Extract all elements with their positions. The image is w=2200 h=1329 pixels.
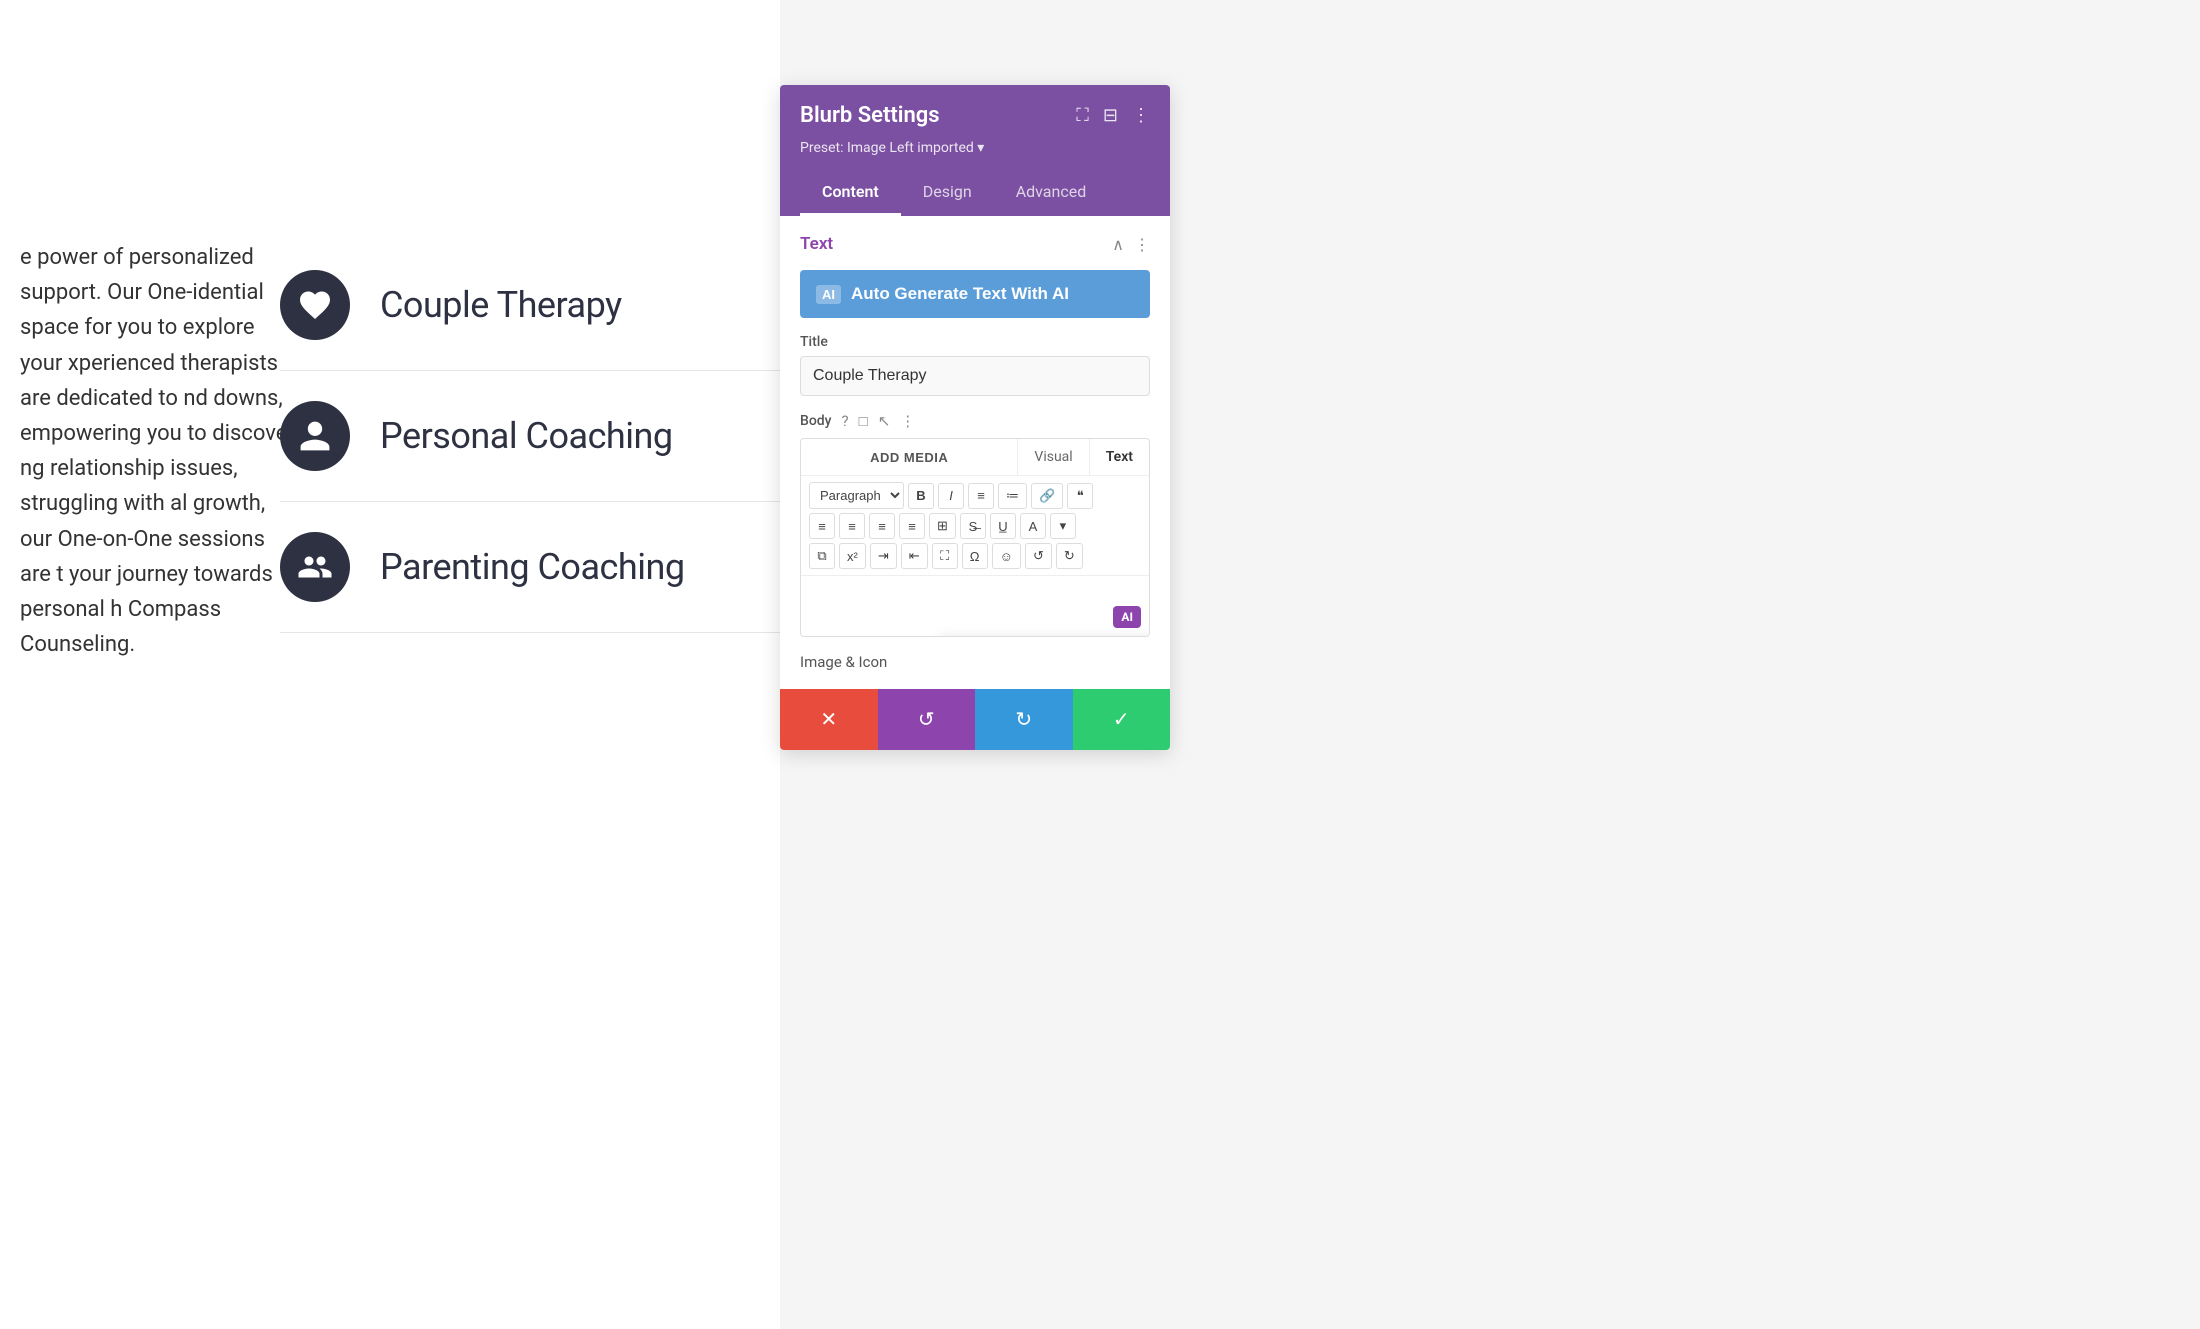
editor-top-bar: ADD MEDIA Visual Text <box>801 439 1149 476</box>
copy-button[interactable]: ⧉ <box>809 543 835 569</box>
body-label: Body <box>800 413 832 429</box>
editor-view-tabs: Visual Text <box>1017 439 1149 475</box>
text-section-title: Text <box>800 234 833 254</box>
help-icon[interactable]: ? <box>842 412 849 430</box>
toolbar-row-3: ⧉ x² ⇥ ⇤ ⛶ Ω ☺ ↺ ↻ <box>809 543 1141 569</box>
special-char-button[interactable]: Ω <box>962 543 988 569</box>
list-item: Parenting Coaching <box>280 502 780 633</box>
left-panel: e power of personalized support. Our One… <box>0 0 780 1329</box>
save-button[interactable]: ✓ <box>1073 689 1171 750</box>
indent-button[interactable]: ⇥ <box>870 543 897 569</box>
ai-badge: AI <box>816 285 841 304</box>
cancel-button[interactable]: ✕ <box>780 689 878 750</box>
tab-text[interactable]: Text <box>1089 439 1149 475</box>
undo-button[interactable]: ↺ <box>878 689 976 750</box>
options-icon[interactable]: ⋮ <box>900 412 915 430</box>
description-text: e power of personalized support. Our One… <box>20 240 300 662</box>
font-color-button[interactable]: A <box>1020 513 1046 539</box>
section-header-icons: ∧ ⋮ <box>1112 235 1150 254</box>
panel-tabs: Content Design Advanced <box>800 170 1150 216</box>
list-item: Personal Coaching <box>280 371 780 502</box>
heart-icon <box>297 287 333 323</box>
expand-icon[interactable]: ⛶ <box>1076 105 1089 126</box>
toolbar-row-1: Paragraph B I ≡ ≔ 🔗 ❝ <box>809 482 1141 509</box>
left-text-block: e power of personalized support. Our One… <box>0 220 320 682</box>
write-with-ai-option[interactable]: Write With AI <box>939 636 1150 637</box>
emoji-button[interactable]: ☺ <box>992 543 1021 569</box>
personal-coaching-label: Personal Coaching <box>380 415 673 457</box>
tab-design[interactable]: Design <box>901 170 994 216</box>
italic-button[interactable]: I <box>938 483 964 509</box>
more-icon[interactable]: ⋮ <box>1132 105 1150 126</box>
list-item: Couple Therapy <box>280 240 780 371</box>
add-media-button[interactable]: ADD MEDIA <box>801 439 1017 475</box>
person-icon <box>297 418 333 454</box>
layout-icon[interactable]: ⊟ <box>1103 105 1118 126</box>
underline-button[interactable]: U̲ <box>990 513 1016 539</box>
align-left-button[interactable]: ≡ <box>809 513 835 539</box>
redo-edit-button[interactable]: ↻ <box>1056 543 1083 569</box>
group-icon <box>297 549 333 585</box>
ordered-list-button[interactable]: ≔ <box>998 483 1027 509</box>
table-button[interactable]: ⊞ <box>929 513 956 539</box>
parenting-coaching-label: Parenting Coaching <box>380 546 685 588</box>
strikethrough-button[interactable]: S̶ <box>960 513 986 539</box>
settings-panel: Blurb Settings ⛶ ⊟ ⋮ Preset: Image Left … <box>780 85 1170 750</box>
panel-title: Blurb Settings <box>800 103 940 128</box>
ai-generate-label: Auto Generate Text With AI <box>851 284 1069 304</box>
body-toolbar: Body ? □ ↖ ⋮ <box>800 412 1150 430</box>
outdent-button[interactable]: ⇤ <box>901 543 928 569</box>
align-justify-button[interactable]: ≡ <box>899 513 925 539</box>
editor-toolbar: Paragraph B I ≡ ≔ 🔗 ❝ ≡ ≡ ≡ ≡ ⊞ S̶ U̲ <box>801 476 1149 576</box>
panel-header: Blurb Settings ⛶ ⊟ ⋮ Preset: Image Left … <box>780 85 1170 216</box>
parenting-coaching-icon-circle <box>280 532 350 602</box>
write-ai-dropdown: Write With AI Write Automatically <box>939 636 1150 637</box>
panel-preset[interactable]: Preset: Image Left imported ▾ <box>800 140 1150 156</box>
panel-title-row: Blurb Settings ⛶ ⊟ ⋮ <box>800 103 1150 128</box>
image-icon-section-label: Image & Icon <box>800 653 1150 671</box>
ai-generate-button[interactable]: AI Auto Generate Text With AI <box>800 270 1150 318</box>
fullscreen-button[interactable]: ⛶ <box>932 543 958 569</box>
bullet-list-button[interactable]: ≡ <box>968 483 994 509</box>
panel-header-icons: ⛶ ⊟ ⋮ <box>1076 105 1150 126</box>
editor-content-area[interactable]: AI Write With AI Write Automatically <box>801 576 1149 636</box>
section-more-icon[interactable]: ⋮ <box>1134 235 1150 254</box>
collapse-icon[interactable]: ∧ <box>1112 235 1124 254</box>
ai-floating-button[interactable]: AI <box>1113 606 1141 628</box>
align-center-button[interactable]: ≡ <box>839 513 865 539</box>
panel-body: Text ∧ ⋮ AI Auto Generate Text With AI T… <box>780 216 1170 689</box>
mobile-icon[interactable]: □ <box>859 412 868 430</box>
title-input[interactable] <box>800 356 1150 396</box>
bottom-action-bar: ✕ ↺ ↻ ✓ <box>780 689 1170 750</box>
undo-edit-button[interactable]: ↺ <box>1025 543 1052 569</box>
font-size-button[interactable]: ▾ <box>1050 513 1076 539</box>
title-field-label: Title <box>800 334 1150 350</box>
link-button[interactable]: 🔗 <box>1031 483 1063 509</box>
align-right-button[interactable]: ≡ <box>869 513 895 539</box>
paragraph-select[interactable]: Paragraph <box>809 482 904 509</box>
tab-advanced[interactable]: Advanced <box>994 170 1109 216</box>
editor-container: ADD MEDIA Visual Text Paragraph B I ≡ ≔ … <box>800 438 1150 637</box>
superscript-button[interactable]: x² <box>839 543 866 569</box>
personal-coaching-icon-circle <box>280 401 350 471</box>
cursor-icon[interactable]: ↖ <box>878 412 891 430</box>
toolbar-row-2: ≡ ≡ ≡ ≡ ⊞ S̶ U̲ A ▾ <box>809 513 1141 539</box>
tab-visual[interactable]: Visual <box>1017 439 1088 475</box>
tab-content[interactable]: Content <box>800 170 901 216</box>
quote-button[interactable]: ❝ <box>1067 483 1093 509</box>
bold-button[interactable]: B <box>908 483 934 509</box>
text-section-header: Text ∧ ⋮ <box>800 234 1150 254</box>
services-list: Couple Therapy Personal Coaching Parenti… <box>280 240 780 633</box>
couple-therapy-icon-circle <box>280 270 350 340</box>
couple-therapy-label: Couple Therapy <box>380 284 622 326</box>
redo-button[interactable]: ↻ <box>975 689 1073 750</box>
